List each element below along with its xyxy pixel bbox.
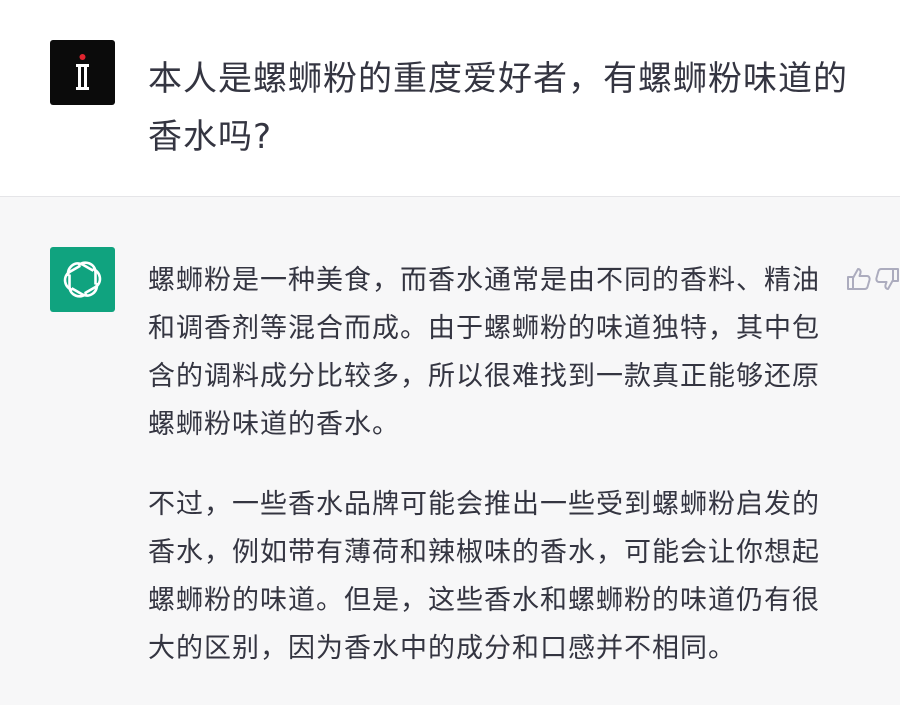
user-message-row: 本人是螺蛳粉的重度爱好者，有螺蛳粉味道的香水吗? — [0, 0, 900, 197]
assistant-paragraph: 螺蛳粉是一种美食，而香水通常是由不同的香料、精油和调香剂等混合而成。由于螺蛳粉的… — [148, 265, 820, 440]
assistant-avatar — [50, 247, 115, 312]
user-message-text: 本人是螺蛳粉的重度爱好者，有螺蛳粉味道的香水吗? — [148, 59, 848, 157]
user-logo-icon — [76, 54, 89, 90]
thumbs-up-icon[interactable] — [846, 265, 872, 293]
assistant-paragraph: 不过，一些香水品牌可能会推出一些受到螺蛳粉启发的香水，例如带有薄荷和辣椒味的香水… — [148, 489, 820, 664]
user-avatar — [50, 40, 115, 105]
thumbs-down-icon[interactable] — [874, 265, 900, 293]
openai-logo-icon — [63, 261, 102, 298]
feedback-buttons — [846, 265, 900, 293]
assistant-message-text: 螺蛳粉是一种美食，而香水通常是由不同的香料、精油和调香剂等混合而成。由于螺蛳粉的… — [148, 257, 844, 705]
assistant-message-row: 螺蛳粉是一种美食，而香水通常是由不同的香料、精油和调香剂等混合而成。由于螺蛳粉的… — [0, 197, 900, 697]
